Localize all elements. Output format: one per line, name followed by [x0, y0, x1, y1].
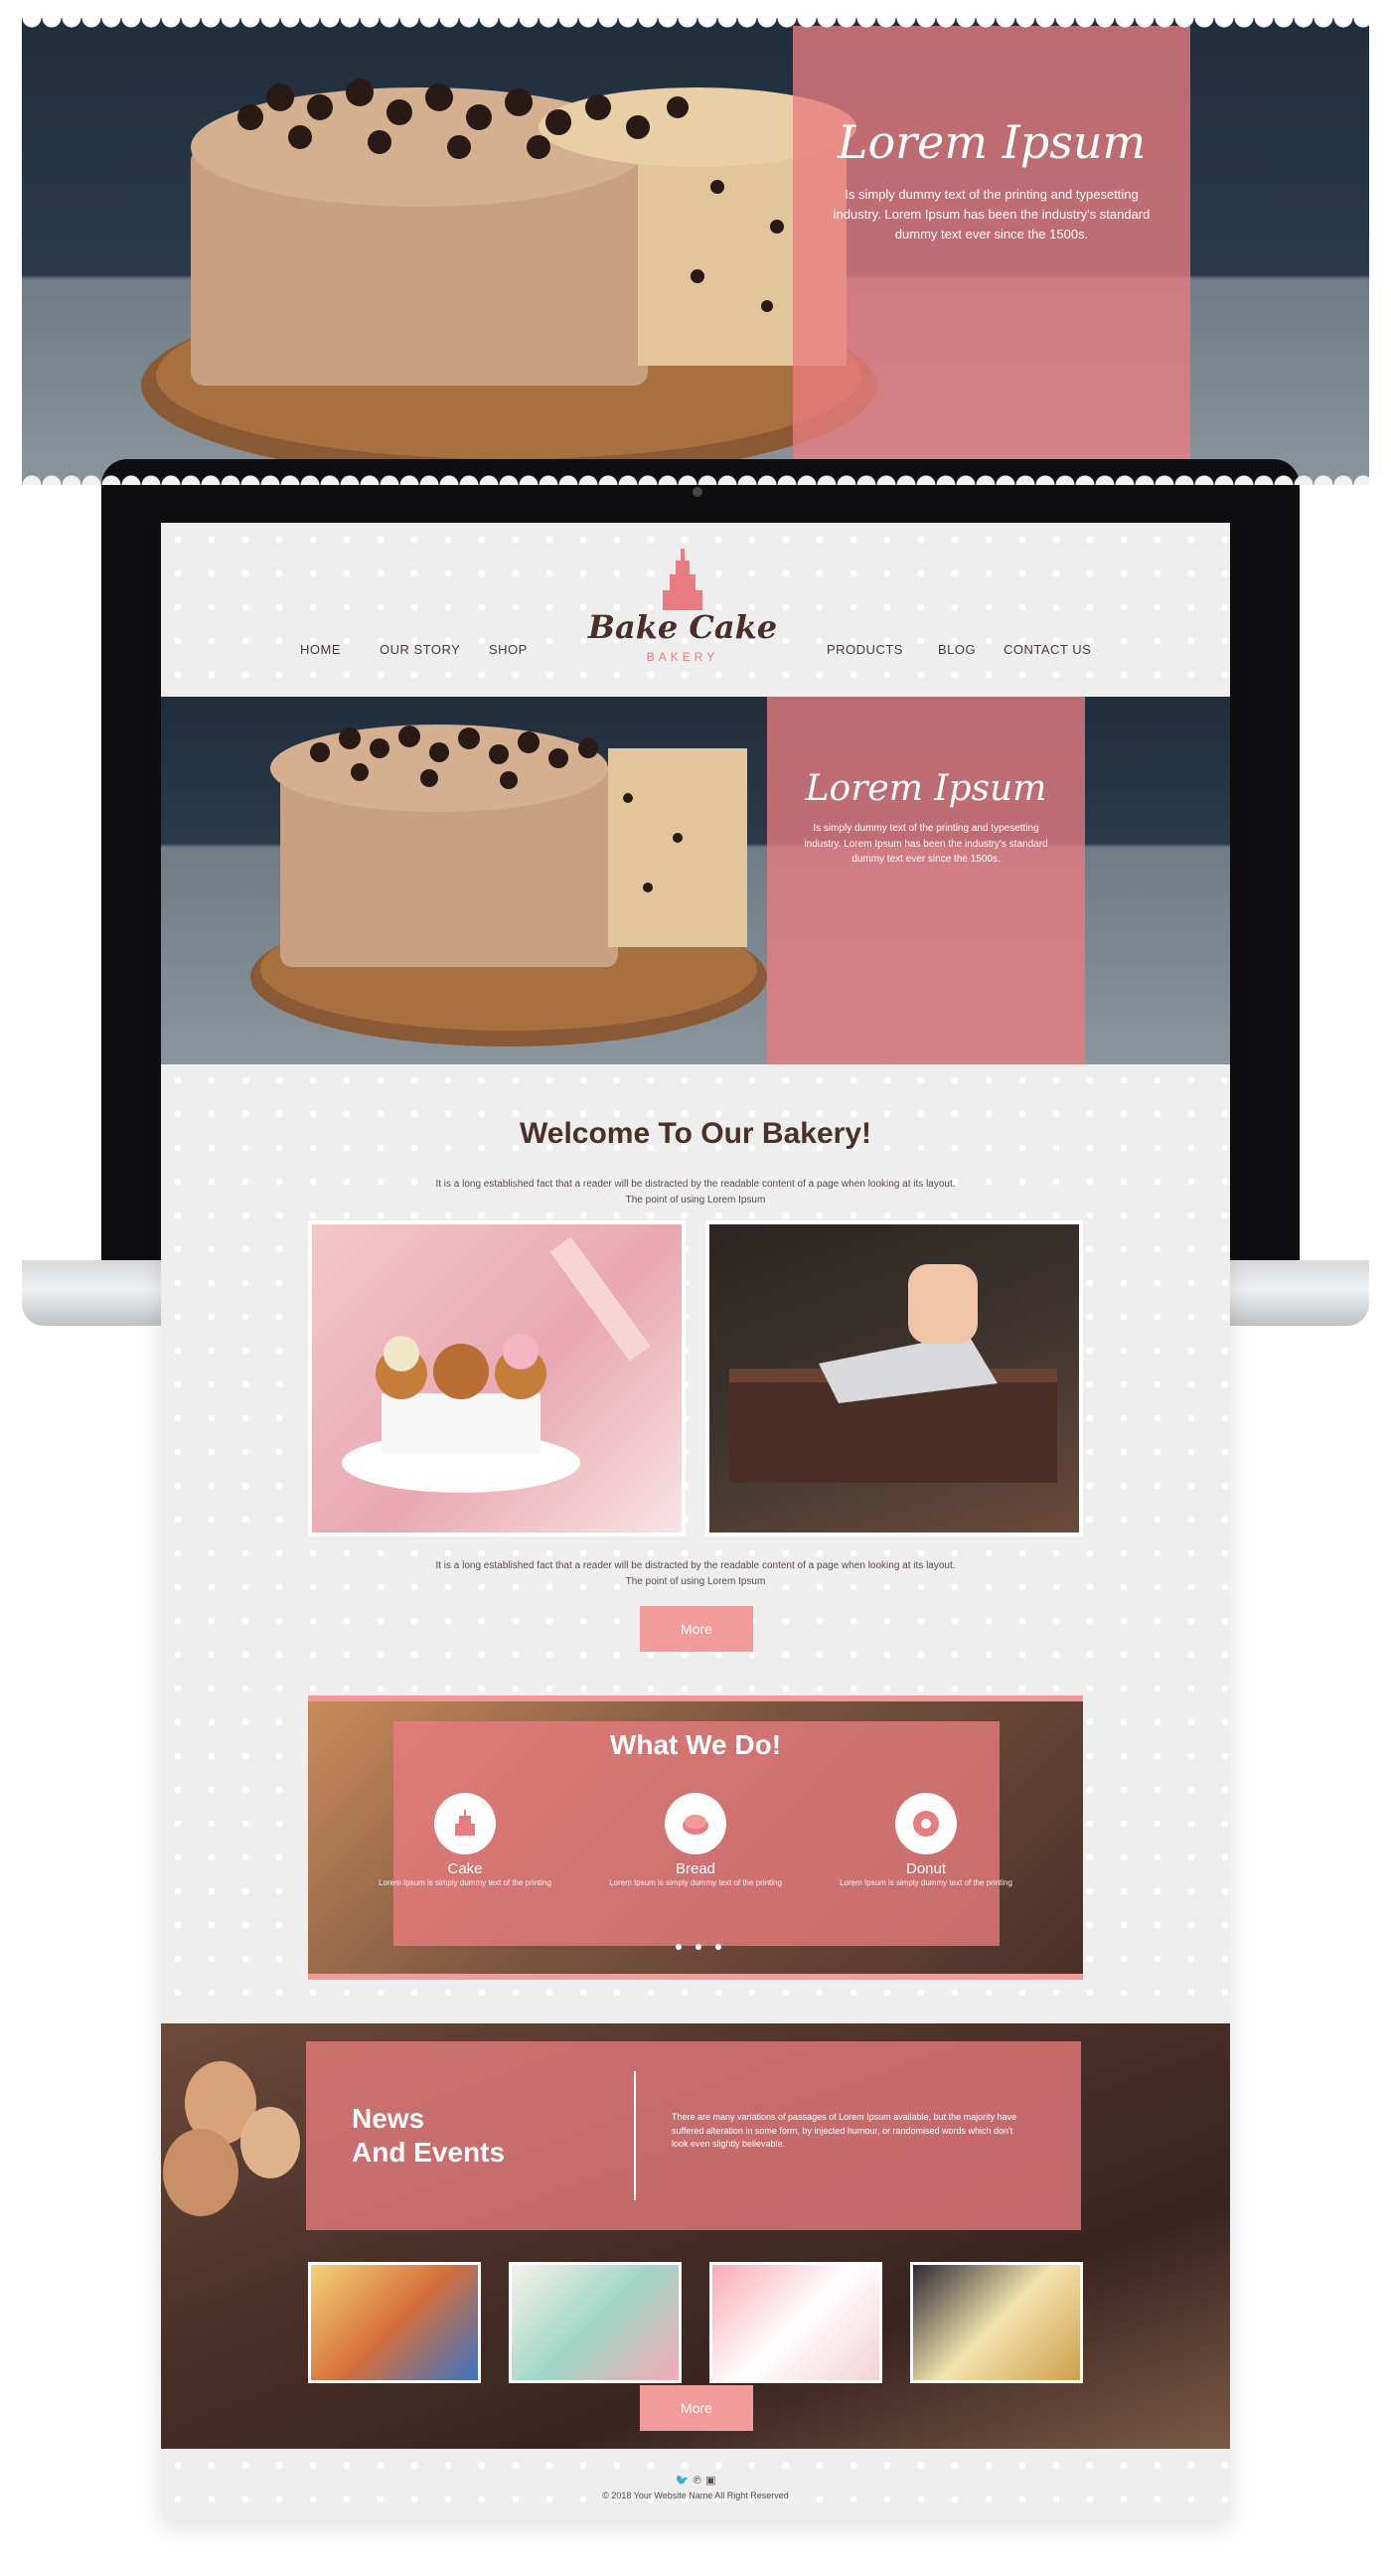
service-description: Lorem Ipsum is simply dummy text of the … — [609, 1878, 782, 1887]
service-bread[interactable]: Bread Lorem Ipsum is simply dummy text o… — [606, 1793, 785, 1888]
site-logo[interactable]: Bake Cake BAKERY — [568, 543, 797, 682]
welcome-outro-line1: It is a long established fact that a rea… — [435, 1560, 956, 1571]
service-name: Donut — [905, 1860, 947, 1877]
news-thumbnail-cookies[interactable] — [308, 2262, 481, 2383]
news-thumbnail-macarons[interactable] — [509, 2262, 682, 2383]
news-section: News And Events There are many variation… — [161, 2023, 1230, 2449]
logo-subtitle: BAKERY — [646, 650, 719, 664]
pinterest-icon[interactable]: ℗ — [694, 2475, 701, 2487]
cupcake-photo — [308, 1220, 686, 1536]
nav-item-products[interactable]: PRODUCTS — [827, 642, 903, 657]
carousel-dot[interactable] — [715, 1944, 721, 1950]
nav-item-shop[interactable]: SHOP — [489, 642, 528, 657]
nav-item-blog[interactable]: BLOG — [938, 642, 976, 657]
eggs-photo — [163, 2061, 300, 2216]
service-name: Cake — [447, 1860, 483, 1877]
site-hero-description: Is simply dummy text of the printing and… — [804, 823, 1048, 865]
welcome-outro-line2: The point of using Lorem Ipsum — [625, 1576, 766, 1587]
scallop-border — [22, 471, 1369, 485]
chocolate-scraper-photo — [705, 1220, 1083, 1536]
service-description: Lorem Ipsum is simply dummy text of the … — [840, 1878, 1012, 1887]
news-description: There are many variations of passages of… — [672, 2112, 1017, 2149]
top-hero-banner: Lorem Ipsum Is simply dummy text of the … — [22, 18, 1369, 485]
site-header: HOME OUR STORY SHOP Bake Cake BAKERY PRO… — [161, 523, 1230, 697]
news-thumbnail-funfetti-slice[interactable] — [910, 2262, 1083, 2383]
service-name: Bread — [675, 1860, 716, 1877]
site-hero-overlay: Lorem Ipsum Is simply dummy text of the … — [767, 697, 1085, 1064]
cake-icon — [434, 1793, 496, 1854]
cake-logo-icon — [663, 549, 702, 610]
logo-name: Bake Cake — [587, 608, 778, 646]
news-divider — [634, 2071, 636, 2200]
laptop-camera — [693, 487, 702, 497]
cake-photo — [250, 724, 767, 1046]
nav-item-home[interactable]: HOME — [300, 642, 341, 657]
news-title-line1: News — [352, 2103, 425, 2134]
nav-item-our-story[interactable]: OUR STORY — [380, 642, 460, 657]
nav-item-contact-us[interactable]: CONTACT US — [1004, 642, 1091, 657]
scallop-border — [22, 18, 1369, 32]
hero-overlay: Lorem Ipsum Is simply dummy text of the … — [793, 26, 1190, 475]
news-overlay: News And Events There are many variation… — [306, 2041, 1081, 2230]
what-we-do-title: What We Do! — [609, 1729, 782, 1760]
service-cake[interactable]: Cake Lorem Ipsum is simply dummy text of… — [376, 1793, 554, 1888]
twitter-icon[interactable]: 🐦 — [675, 2475, 689, 2487]
news-more-button[interactable]: More — [640, 2385, 753, 2431]
hero-description: Is simply dummy text of the printing and… — [833, 187, 1151, 242]
website-screen: HOME OUR STORY SHOP Bake Cake BAKERY PRO… — [161, 523, 1230, 2520]
carousel-dot[interactable] — [696, 1944, 701, 1950]
news-thumbnail-sprinkle-cake[interactable] — [709, 2262, 882, 2383]
news-title-line2: And Events — [352, 2137, 506, 2168]
welcome-intro-line2: The point of using Lorem Ipsum — [625, 1195, 766, 1206]
site-hero: Lorem Ipsum Is simply dummy text of the … — [161, 697, 1230, 1064]
instagram-icon[interactable]: ▣ — [705, 2475, 715, 2487]
donut-icon — [895, 1793, 957, 1854]
service-donut[interactable]: Donut Lorem Ipsum is simply dummy text o… — [837, 1793, 1015, 1888]
what-we-do-section: What We Do! Cake Lorem Ipsum is simply d… — [308, 1695, 1083, 1980]
bread-icon — [665, 1793, 726, 1854]
footer: 🐦 ℗ ▣ — [161, 2471, 1230, 2489]
site-hero-title: Lorem Ipsum — [805, 768, 1047, 809]
more-button[interactable]: More — [640, 1606, 753, 1652]
hero-title: Lorem Ipsum — [837, 115, 1147, 169]
welcome-intro-line1: It is a long established fact that a rea… — [435, 1179, 956, 1190]
carousel-dot[interactable] — [676, 1944, 682, 1950]
service-description: Lorem Ipsum is simply dummy text of the … — [379, 1878, 551, 1887]
footer-copyright: © 2018 Your Website Name All Right Reser… — [602, 2491, 789, 2500]
welcome-title: Welcome To Our Bakery! — [520, 1117, 871, 1150]
